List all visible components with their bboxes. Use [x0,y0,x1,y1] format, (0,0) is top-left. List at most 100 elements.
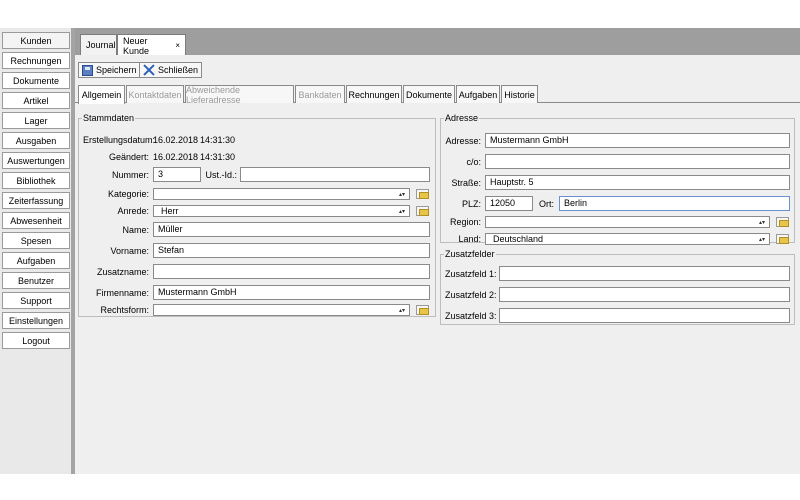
zusatzname-input[interactable] [153,264,430,279]
sidebar-item-logout[interactable]: Logout [2,332,70,349]
save-icon [82,64,93,76]
sidebar-item-aufgaben[interactable]: Aufgaben [2,252,70,269]
toolbar: Speichern Schließen [75,55,800,83]
adresse-label: Adresse: [445,136,481,146]
vorname-input[interactable]: Stefan [153,243,430,258]
tab-aufgaben[interactable]: Aufgaben [456,85,500,103]
strasse-input[interactable]: Hauptstr. 5 [485,175,790,190]
folder-icon[interactable] [416,189,429,199]
tab-abweichende-lieferadresse[interactable]: Abweichende Lieferadresse [185,85,294,105]
tab-kontaktdaten[interactable]: Kontaktdaten [126,85,184,103]
save-button[interactable]: Speichern [78,62,141,78]
tab-journal[interactable]: Journal [80,34,117,55]
co-label: c/o: [466,157,481,167]
chevron-updown-icon: ▴▾ [398,208,405,215]
main-panel: Journal Neuer Kunde × Speichern Schließe… [75,28,800,474]
firmenname-input[interactable]: Mustermann GmbH [153,285,430,300]
subtab-bar: Allgemein Kontaktdaten Abweichende Liefe… [75,85,800,105]
zusatzfeld3-input[interactable] [499,308,790,323]
rechtsform-label: Rechtsform: [100,305,149,315]
chevron-updown-icon: ▴▾ [398,307,405,314]
nummer-label: Nummer: [111,170,149,180]
anrede-label: Anrede: [117,206,149,216]
tab-historie[interactable]: Historie [501,85,538,103]
sidebar-item-benutzer[interactable]: Benutzer [2,272,70,289]
sidebar-item-lager[interactable]: Lager [2,112,70,129]
chevron-updown-icon: ▴▾ [758,236,765,243]
zusatzname-label: Zusatzname: [96,267,149,277]
adresse-title: Adresse [445,113,479,123]
kategorie-select[interactable]: ▴▾ [153,188,410,200]
zusatzfelder-group: Zusatzfelder Zusatzfeld 1: Zusatzfeld 2:… [440,249,795,325]
chevron-updown-icon: ▴▾ [758,219,765,226]
tab-journal-label: Journal [86,40,116,50]
sidebar-item-rechnungen[interactable]: Rechnungen [2,52,70,69]
adresse-input[interactable]: Mustermann GmbH [485,133,790,148]
tab-allgemein[interactable]: Allgemein [78,85,125,104]
nummer-input[interactable]: 3 [153,167,201,182]
folder-icon[interactable] [416,206,429,216]
sidebar-item-dokumente[interactable]: Dokumente [2,72,70,89]
ort-input[interactable]: Berlin [559,196,790,211]
folder-icon[interactable] [416,305,429,315]
erstellungsdatum-time: 14:31:30 [200,135,236,145]
land-label: Land: [458,234,481,244]
ustid-label: Ust.-Id.: [205,170,237,180]
sidebar-item-bibliothek[interactable]: Bibliothek [2,172,70,189]
chevron-updown-icon: ▴▾ [398,191,405,198]
close-icon [143,64,155,76]
sidebar-item-abwesenheit[interactable]: Abwesenheit [2,212,70,229]
stammdaten-title: Stammdaten [83,113,135,123]
sidebar-item-kunden[interactable]: Kunden [2,32,70,49]
zusatzfeld2-input[interactable] [499,287,790,302]
erstellungsdatum-label: Erstellungsdatum: [83,135,156,145]
sidebar-item-einstellungen[interactable]: Einstellungen [2,312,70,329]
sidebar: Kunden Rechnungen Dokumente Artikel Lage… [0,28,75,474]
tab-rechnungen[interactable]: Rechnungen [346,85,402,103]
geaendert-date: 16.02.2018 [153,152,199,162]
geaendert-label: Geändert: [108,152,149,162]
adresse-group: Adresse Adresse: Mustermann GmbH c/o: St… [440,113,795,245]
sidebar-item-support[interactable]: Support [2,292,70,309]
document-tabbar: Journal Neuer Kunde × [75,28,800,56]
tab-bankdaten[interactable]: Bankdaten [295,85,345,103]
zusatzfeld1-label: Zusatzfeld 1: [445,269,497,279]
tab-neuer-kunde[interactable]: Neuer Kunde × [117,34,186,56]
tab-neuer-kunde-label: Neuer Kunde [123,35,150,56]
erstellungsdatum-date: 16.02.2018 [153,135,199,145]
land-select[interactable]: Deutschland ▴▾ [485,233,770,245]
folder-icon[interactable] [776,217,789,227]
ustid-input[interactable] [240,167,430,182]
strasse-label: Straße: [451,178,481,188]
anrede-select[interactable]: Herr ▴▾ [153,205,410,217]
sidebar-item-spesen[interactable]: Spesen [2,232,70,249]
tab-close-icon[interactable]: × [175,41,180,50]
ort-label: Ort: [539,199,554,209]
zusatzfeld2-label: Zusatzfeld 2: [445,290,497,300]
name-label: Name: [122,225,149,235]
region-label: Region: [449,217,481,227]
stammdaten-group: Stammdaten Erstellungsdatum: 16.02.2018 … [78,113,436,317]
co-input[interactable] [485,154,790,169]
folder-icon[interactable] [776,234,789,244]
geaendert-time: 14:31:30 [200,152,236,162]
rechtsform-select[interactable]: ▴▾ [153,304,410,316]
land-value: Deutschland [493,234,544,244]
zusatzfeld3-label: Zusatzfeld 3: [445,311,497,321]
sidebar-item-auswertungen[interactable]: Auswertungen [2,152,70,169]
sidebar-item-artikel[interactable]: Artikel [2,92,70,109]
sidebar-item-ausgaben[interactable]: Ausgaben [2,132,70,149]
plz-input[interactable]: 12050 [485,196,533,211]
region-select[interactable]: ▴▾ [485,216,770,228]
tab-dokumente[interactable]: Dokumente [403,85,455,103]
close-button-label: Schließen [158,65,199,75]
anrede-value: Herr [161,206,179,216]
name-input[interactable]: Müller [153,222,430,237]
vorname-label: Vorname: [110,246,149,256]
sidebar-item-zeiterfassung[interactable]: Zeiterfassung [2,192,70,209]
plz-label: PLZ: [461,199,481,209]
zusatzfeld1-input[interactable] [499,266,790,281]
save-button-label: Speichern [96,65,137,75]
kategorie-label: Kategorie: [107,189,149,199]
close-button[interactable]: Schließen [139,62,203,78]
